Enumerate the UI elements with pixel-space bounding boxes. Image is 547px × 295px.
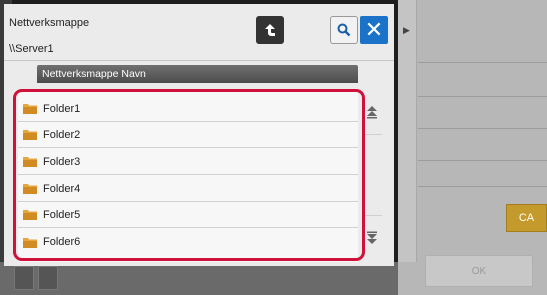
right-action-panel: ▶ — [398, 0, 547, 295]
panel-divider — [418, 128, 547, 129]
folder-icon — [23, 237, 37, 248]
dialog-title: Nettverksmappe — [9, 17, 90, 29]
clear-all-button[interactable]: CA — [506, 204, 547, 232]
list-item-folder3[interactable]: Folder3 — [18, 149, 358, 175]
folder-icon — [23, 157, 37, 167]
panel-divider — [418, 96, 547, 97]
list-item-folder2[interactable]: Folder2 — [18, 122, 358, 148]
list-item-label: Folder3 — [43, 155, 81, 168]
list-item-folder5[interactable]: Folder5 — [18, 202, 358, 228]
close-button[interactable]: ✕ — [360, 16, 388, 44]
search-icon — [337, 23, 351, 37]
folder-icon — [23, 210, 37, 220]
list-item-folder1[interactable]: Folder1 — [18, 96, 358, 122]
close-icon: ✕ — [364, 17, 384, 42]
background-tab — [38, 266, 58, 290]
column-header: Nettverksmappe Navn — [37, 65, 358, 83]
expand-panel-icon: ▶ — [403, 25, 410, 35]
header-divider — [4, 60, 394, 61]
folder-up-icon — [265, 24, 275, 36]
scroll-up-icon — [367, 106, 377, 119]
folder-icon — [23, 184, 37, 194]
panel-divider — [418, 160, 547, 161]
list-item-label: Folder4 — [43, 182, 81, 195]
scroll-up-button[interactable] — [364, 104, 380, 120]
list-item-folder6[interactable]: Folder6 — [18, 229, 358, 255]
scroll-down-button[interactable] — [364, 230, 380, 246]
folder-up-button[interactable] — [256, 16, 284, 44]
background-bottom-bar — [0, 262, 400, 295]
folder-icon — [23, 130, 37, 140]
ok-button[interactable]: OK — [425, 255, 533, 287]
panel-expand-handle[interactable]: ▶ — [398, 0, 417, 262]
screen: ▶ CA OK Nettverksmappe \\Server1 ✕ Nettv… — [0, 0, 547, 295]
list-item-label: Folder5 — [43, 208, 81, 221]
list-item-folder4[interactable]: Folder4 — [18, 176, 358, 202]
scrollbar-track[interactable] — [362, 134, 382, 216]
current-path: \\Server1 — [9, 43, 54, 55]
background-tab — [14, 266, 34, 290]
panel-divider — [418, 186, 547, 187]
list-item-label: Folder1 — [43, 102, 81, 115]
folder-icon — [23, 104, 37, 114]
network-folder-dialog: Nettverksmappe \\Server1 ✕ Nettverksmapp… — [4, 4, 394, 266]
scroll-down-icon — [367, 231, 377, 244]
search-button[interactable] — [330, 16, 358, 44]
list-item-label: Folder6 — [43, 236, 81, 248]
list-item-label: Folder2 — [43, 128, 81, 141]
panel-divider — [418, 62, 547, 63]
